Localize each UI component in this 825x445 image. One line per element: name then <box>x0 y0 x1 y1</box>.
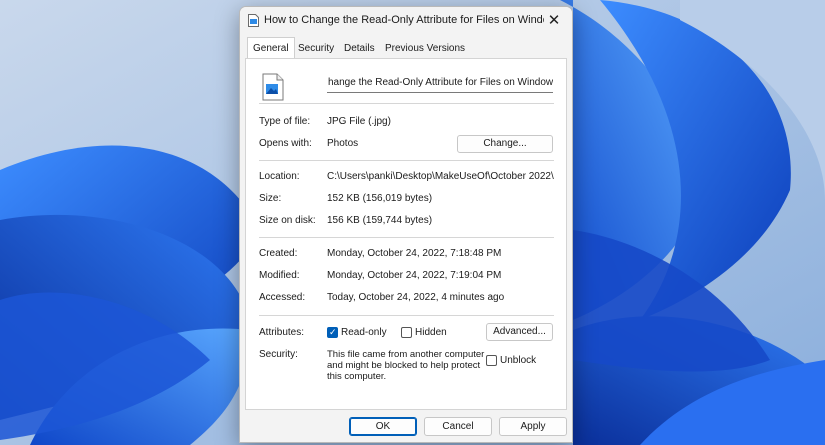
tab-security[interactable]: Security <box>293 39 339 58</box>
separator <box>259 103 554 104</box>
dialog-title: How to Change the Read-Only Attribute fo… <box>264 14 544 26</box>
security-message: This file came from another computer and… <box>327 349 485 382</box>
accessed-value: Today, October 24, 2022, 4 minutes ago <box>327 292 505 303</box>
tab-previous-versions[interactable]: Previous Versions <box>380 39 470 58</box>
unblock-checkbox[interactable] <box>486 355 497 366</box>
modified-label: Modified: <box>259 270 300 281</box>
created-value: Monday, October 24, 2022, 7:18:48 PM <box>327 248 502 259</box>
properties-dialog: How to Change the Read-Only Attribute fo… <box>239 6 573 443</box>
change-button[interactable]: Change... <box>457 135 553 153</box>
opens-with-label: Opens with: <box>259 138 312 149</box>
security-label: Security: <box>259 349 298 360</box>
separator <box>259 315 554 316</box>
hidden-checkbox[interactable] <box>401 327 412 338</box>
size-label: Size: <box>259 193 282 204</box>
ok-button[interactable]: OK <box>349 417 417 436</box>
created-label: Created: <box>259 248 298 259</box>
apply-button[interactable]: Apply <box>499 417 567 436</box>
modified-value: Monday, October 24, 2022, 7:19:04 PM <box>327 270 502 281</box>
title-bar[interactable]: How to Change the Read-Only Attribute fo… <box>240 7 572 34</box>
size-value: 152 KB (156,019 bytes) <box>327 193 433 204</box>
image-file-icon <box>248 14 259 27</box>
close-icon: ✕ <box>547 12 561 29</box>
location-label: Location: <box>259 171 300 182</box>
read-only-checkbox[interactable]: ✓ <box>327 327 338 338</box>
size-on-disk-label: Size on disk: <box>259 215 316 226</box>
hidden-label[interactable]: Hidden <box>415 327 447 338</box>
cancel-button[interactable]: Cancel <box>424 417 492 436</box>
advanced-button[interactable]: Advanced... <box>486 323 553 341</box>
unblock-label[interactable]: Unblock <box>500 355 536 366</box>
type-of-file-value: JPG File (.jpg) <box>327 116 391 127</box>
opens-with-value: Photos <box>327 138 359 149</box>
size-on-disk-value: 156 KB (159,744 bytes) <box>327 215 433 226</box>
read-only-label[interactable]: Read-only <box>341 327 387 338</box>
separator <box>259 160 554 161</box>
location-value: C:\Users\panki\Desktop\MakeUseOf\October… <box>327 171 554 182</box>
attributes-label: Attributes: <box>259 327 305 338</box>
tab-general[interactable]: General <box>247 37 295 59</box>
accessed-label: Accessed: <box>259 292 306 303</box>
general-tab-panel: hange the Read-Only Attribute for Files … <box>245 58 567 410</box>
dialog-footer: OK Cancel Apply <box>240 411 572 442</box>
checkmark-icon: ✓ <box>329 327 337 337</box>
separator <box>259 237 554 238</box>
close-button[interactable]: ✕ <box>542 10 566 32</box>
file-name-field[interactable]: hange the Read-Only Attribute for Files … <box>327 73 553 93</box>
image-file-icon <box>262 73 284 101</box>
type-of-file-label: Type of file: <box>259 116 311 127</box>
tab-details[interactable]: Details <box>339 39 380 58</box>
